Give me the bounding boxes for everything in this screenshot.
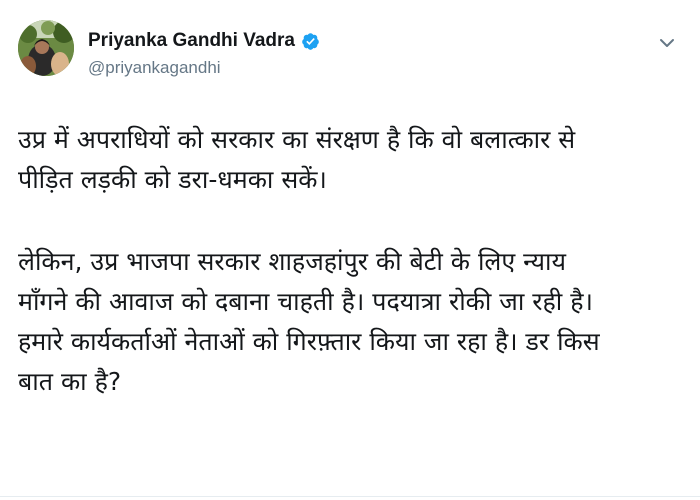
tweet-line: पीड़ित लड़की को डरा-धमका सकें। — [18, 165, 327, 194]
tweet-line: हमारे कार्यकर्ताओं नेताओं को गिरफ़्तार क… — [18, 327, 600, 356]
tweet-line: बात का है? — [18, 367, 122, 396]
author-display-name[interactable]: Priyanka Gandhi Vadra — [88, 30, 295, 52]
tweet-menu-button[interactable] — [655, 30, 679, 54]
tweet-card: Priyanka Gandhi Vadra @priyankagandhi उप… — [0, 0, 700, 500]
avatar-photo — [18, 20, 74, 76]
avatar[interactable] — [18, 20, 74, 76]
tweet-line: माँगने की आवाज को दबाना चाहती है। पदयात्… — [18, 287, 593, 316]
tweet-line: उप्र में अपराधियों को सरकार का संरक्षण ह… — [18, 125, 576, 154]
verified-badge-icon — [301, 32, 320, 51]
divider — [0, 496, 700, 497]
chevron-down-icon — [659, 33, 675, 52]
tweet-text: उप्र में अपराधियों को सरकार का संरक्षण ह… — [18, 120, 683, 402]
author-name-row[interactable]: Priyanka Gandhi Vadra — [88, 30, 320, 52]
tweet-line: लेकिन, उप्र भाजपा सरकार शाहजहांपुर की बे… — [18, 247, 566, 276]
tweet-paragraph: लेकिन, उप्र भाजपा सरकार शाहजहांपुर की बे… — [18, 242, 683, 402]
tweet-paragraph: उप्र में अपराधियों को सरकार का संरक्षण ह… — [18, 120, 683, 200]
author-handle[interactable]: @priyankagandhi — [88, 58, 221, 78]
